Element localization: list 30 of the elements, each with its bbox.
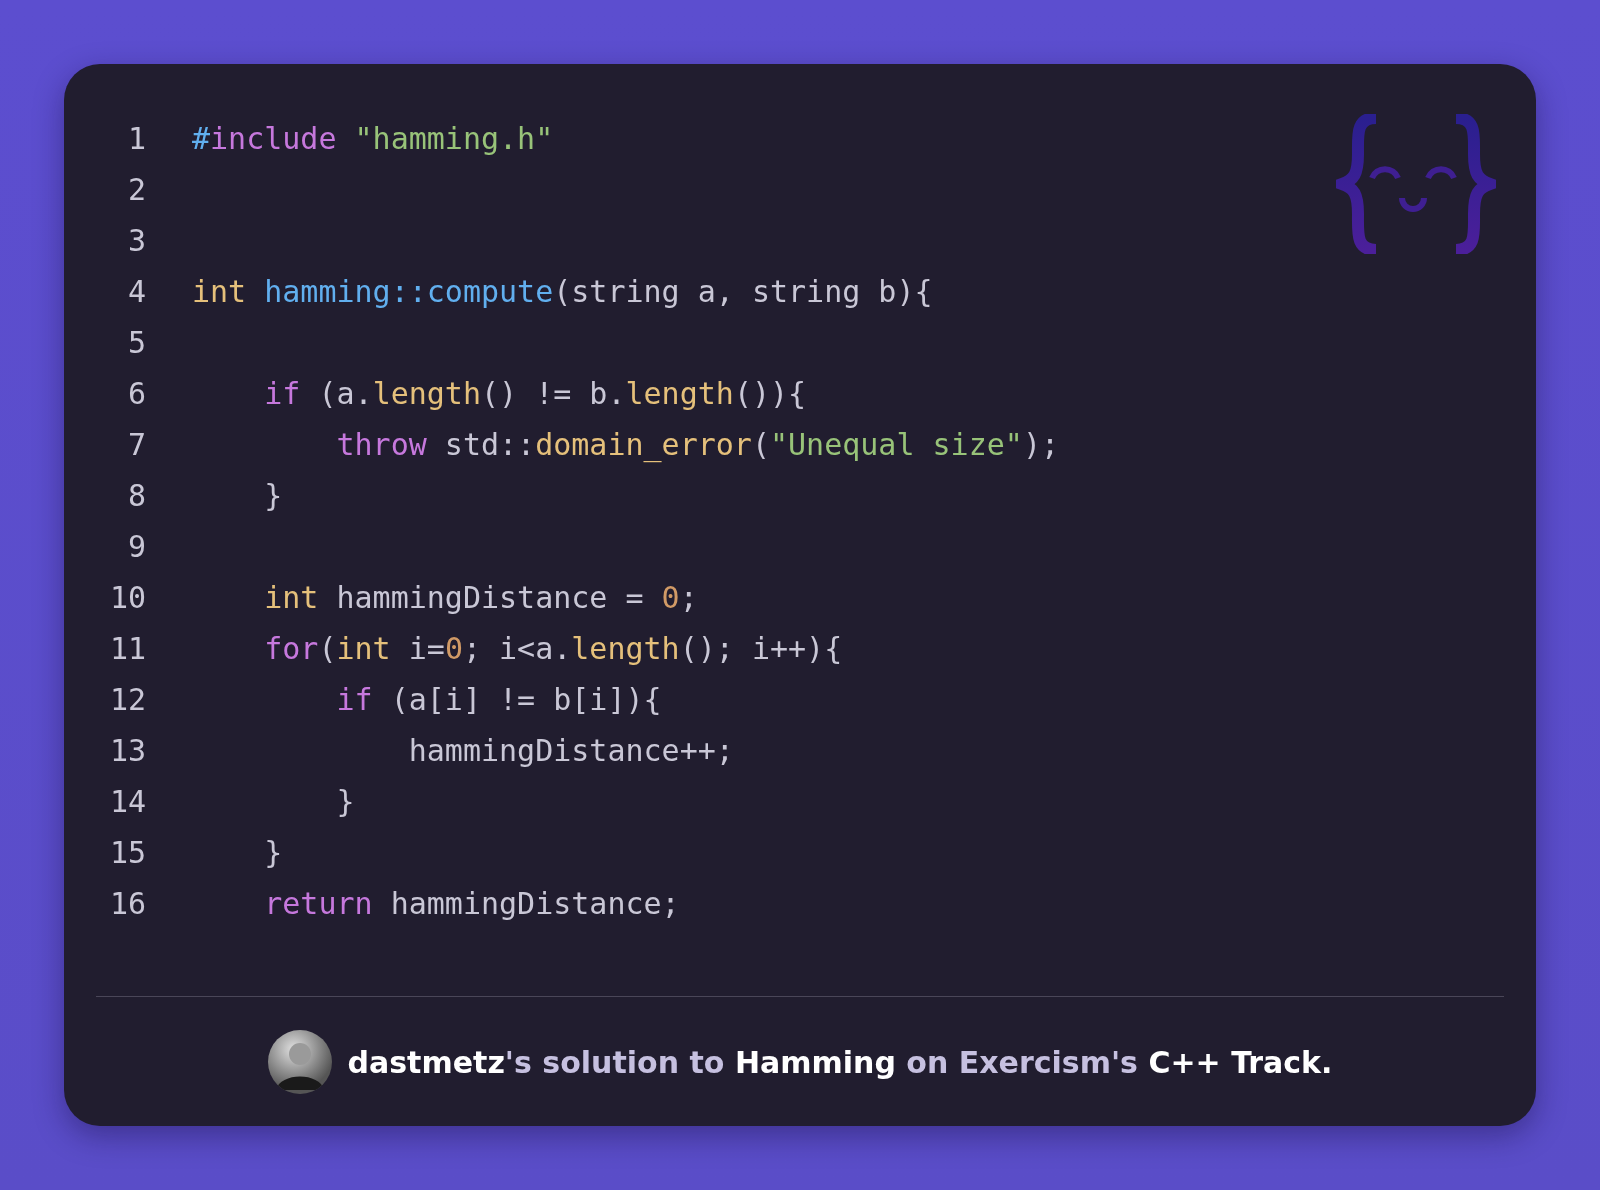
line-number: 8 (126, 478, 146, 513)
line-number: 4 (126, 274, 146, 309)
line-number: 15 (108, 835, 146, 870)
line-number: 10 (108, 580, 146, 615)
curly-braces-smiley-logo-icon (1336, 114, 1496, 254)
code-line: int hammingDistance = 0; (263, 580, 698, 615)
code-line: int hamming::compute(string a, string b){ (192, 274, 933, 309)
solution-caption: dastmetz's solution to Hamming on Exercism's C++ Track. (347, 1044, 1333, 1080)
code-line: if (a[i] != b[i]){ (335, 682, 662, 717)
line-number: 16 (108, 886, 146, 921)
line-number: 13 (108, 733, 146, 768)
code-line: } (335, 784, 355, 819)
code-line: for(int i=0; i<a.length(); i++){ (263, 631, 843, 666)
code-line: } (263, 835, 283, 870)
line-number: 3 (126, 223, 146, 258)
line-number: 11 (108, 631, 146, 666)
code-line: #include "hamming.h" (192, 121, 554, 156)
code-line: return hammingDistance; (263, 886, 680, 921)
line-number: 5 (126, 325, 146, 360)
code-line: throw std::domain_error("Unequal size"); (335, 427, 1059, 462)
line-number: 6 (126, 376, 146, 411)
line-number: 9 (126, 529, 146, 564)
line-number: 12 (108, 682, 146, 717)
line-number: 2 (126, 172, 146, 207)
code-line: hammingDistance++; (407, 733, 734, 768)
code-line: } (263, 478, 283, 513)
code-line: if (a.length() != b.length()){ (263, 376, 807, 411)
line-number: 14 (108, 784, 146, 819)
line-number: 7 (126, 427, 146, 462)
line-number: 1 (126, 121, 146, 156)
